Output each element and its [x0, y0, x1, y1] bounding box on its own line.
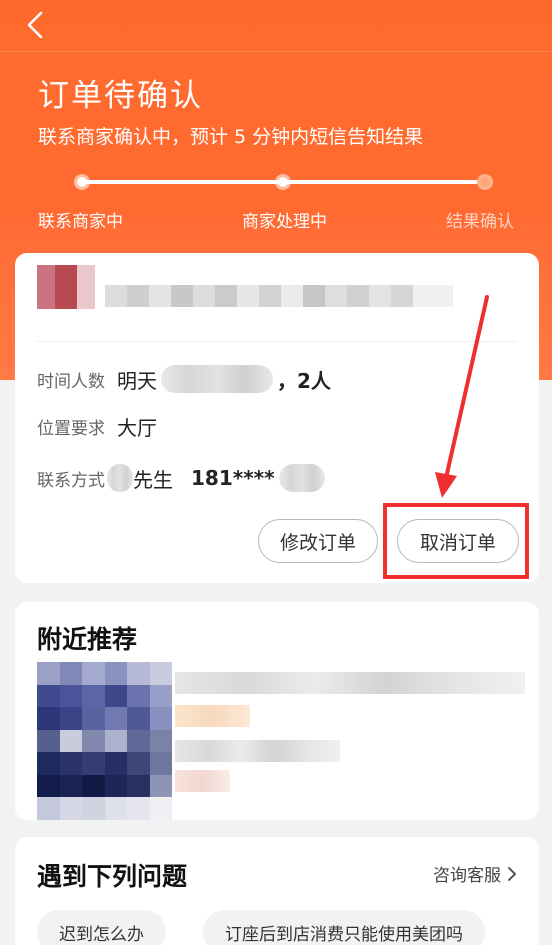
contact-row: 联系方式 先生 181**** [37, 463, 329, 493]
faq-chip-payment[interactable]: 订座后到店消费只能使用美团吗 [203, 910, 485, 945]
location-value: 大厅 [117, 415, 157, 440]
step-dot-1 [74, 174, 90, 190]
redacted-shop-name [175, 672, 525, 694]
faq-title: 遇到下列问题 [37, 862, 188, 891]
step-label-result: 结果确认 [446, 212, 514, 232]
customer-service-link[interactable]: 咨询客服 [433, 861, 519, 886]
people-value: ，2人 [277, 368, 331, 393]
annotation-highlight-box [383, 503, 529, 579]
customer-service-label: 咨询客服 [433, 866, 501, 886]
redacted-price [175, 770, 230, 792]
redacted-time [161, 365, 273, 393]
redacted-phone [278, 464, 325, 492]
merchant-name-redacted [37, 265, 453, 309]
page-title: 订单待确认 [38, 78, 203, 114]
contact-name: 先生 [133, 467, 173, 492]
contact-phone: 181**** [191, 466, 275, 490]
status-subtitle: 联系商家确认中，预计 5 分钟内短信告知结果 [38, 126, 424, 148]
faq-card: 遇到下列问题 咨询客服 迟到怎么办 订座后到店消费只能使用美团吗 [15, 837, 539, 945]
redacted-surname [107, 464, 133, 492]
modify-order-button[interactable]: 修改订单 [258, 519, 378, 563]
location-label: 位置要求 [37, 418, 105, 439]
redacted-tag [175, 705, 250, 727]
time-value: 明天 [117, 368, 157, 393]
nav-bar [0, 0, 552, 52]
faq-chip-late[interactable]: 迟到怎么办 [37, 910, 166, 945]
order-status-page: 订单待确认 联系商家确认中，预计 5 分钟内短信告知结果 联系商家中 商家处理中… [0, 0, 552, 945]
contact-label: 联系方式 [37, 470, 105, 491]
time-people-label: 时间人数 [37, 371, 105, 392]
chevron-right-icon [508, 866, 516, 881]
step-dot-2 [275, 174, 291, 190]
nearby-title: 附近推荐 [37, 625, 138, 654]
step-dot-3 [477, 174, 493, 190]
step-label-processing: 商家处理中 [242, 212, 327, 232]
step-label-contacting: 联系商家中 [38, 212, 123, 232]
redacted-detail [175, 740, 340, 762]
time-people-row: 时间人数 明天 ，2人 [37, 364, 331, 394]
location-row: 位置要求 大厅 [37, 411, 157, 441]
card-divider [37, 341, 517, 342]
recommendation-thumbnail[interactable] [37, 662, 172, 820]
nearby-card: 附近推荐 [15, 602, 539, 820]
back-button[interactable] [18, 8, 52, 42]
chevron-left-icon [27, 11, 43, 39]
